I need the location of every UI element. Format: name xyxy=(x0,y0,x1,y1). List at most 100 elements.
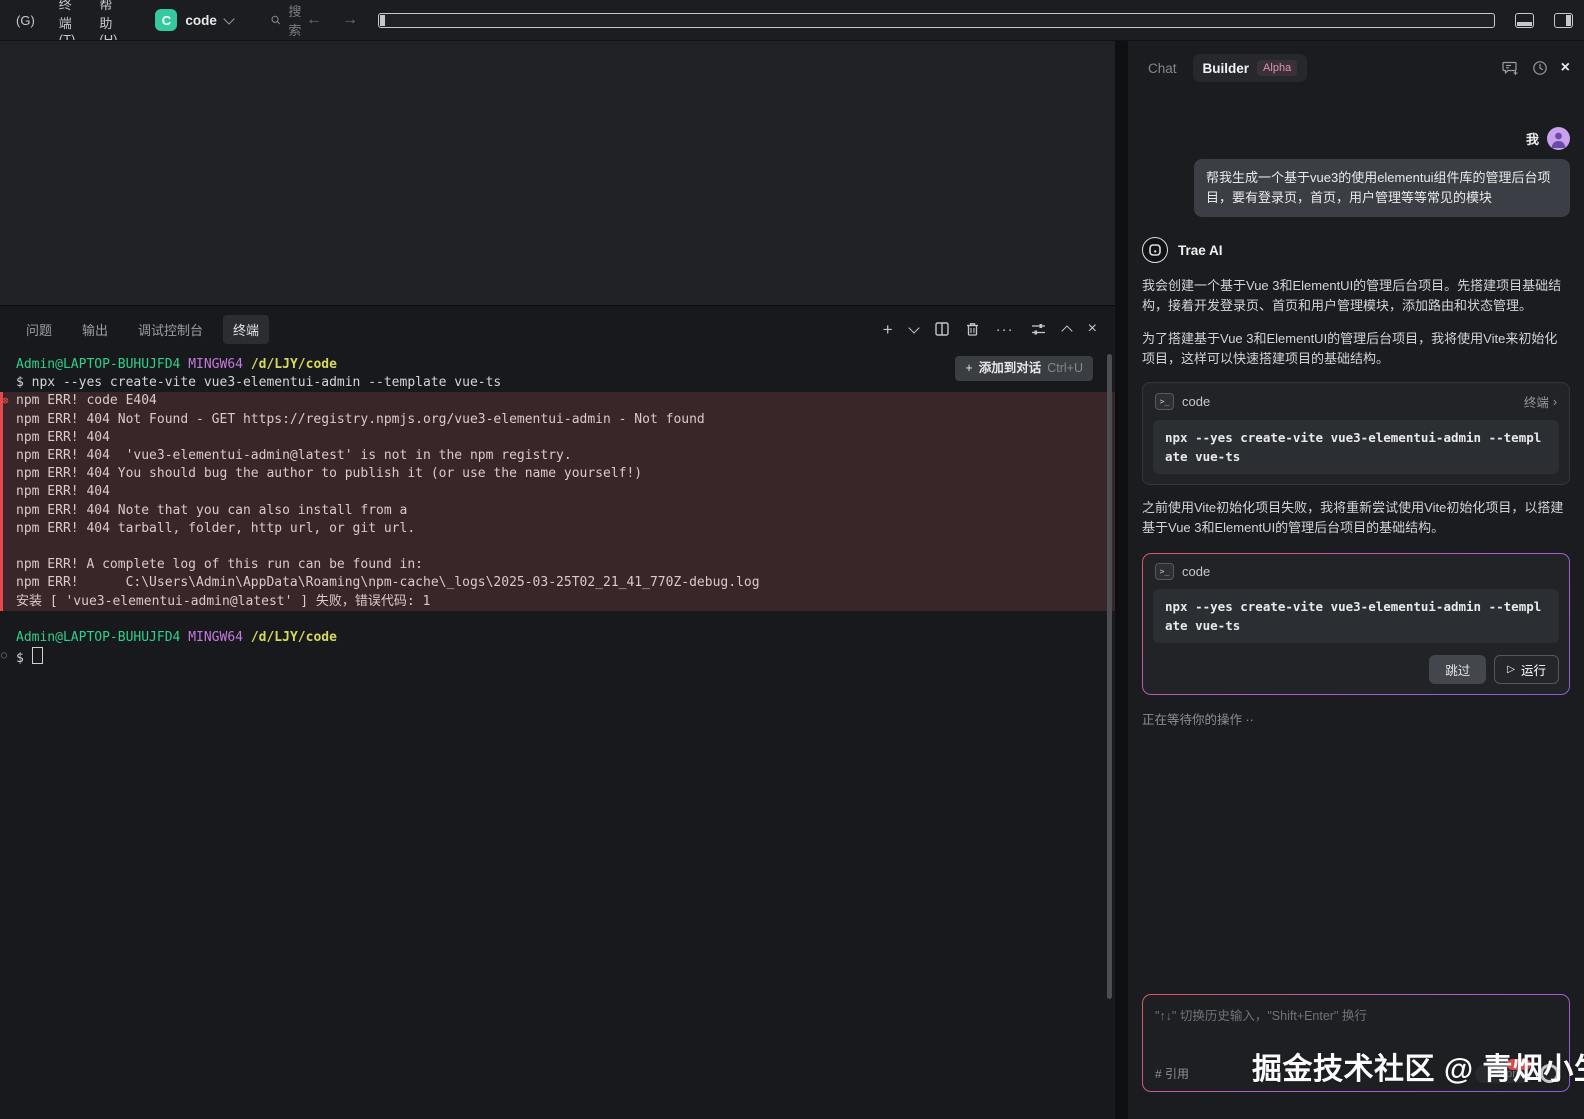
title-bar: (G) 终端(T) 帮助(H) C code 搜索 ← → xyxy=(0,0,1584,41)
terminal-icon: >_ xyxy=(1155,563,1174,580)
error-gutter-icon: ⊗ xyxy=(2,392,9,410)
run-button[interactable]: ▷ 运行 xyxy=(1494,655,1559,684)
new-chat-icon[interactable] xyxy=(1502,60,1519,76)
new-terminal-icon[interactable]: + xyxy=(883,321,893,338)
ai-header: Trae AI xyxy=(1142,237,1570,263)
user-avatar xyxy=(1547,127,1570,150)
terminal-view[interactable]: Admin@LAPTOP-BUHUJFD4 MINGW64 /d/LJY/cod… xyxy=(0,352,1115,1119)
history-icon[interactable] xyxy=(1532,60,1548,76)
terminal-settings-icon[interactable] xyxy=(1031,323,1046,336)
code-card-label: code xyxy=(1182,394,1210,409)
tab-debug-console[interactable]: 调试控制台 xyxy=(128,315,213,344)
kill-terminal-icon[interactable] xyxy=(966,322,979,336)
user-label: 我 xyxy=(1526,129,1539,148)
chevron-right-icon: › xyxy=(1553,395,1557,409)
toggle-right-panel-icon[interactable] xyxy=(1554,13,1573,28)
close-panel-icon[interactable]: × xyxy=(1088,321,1097,337)
workbench: 问题 输出 调试控制台 终端 + xyxy=(0,41,1584,1119)
ai-chat-panel: Chat Builder Alpha xyxy=(1128,41,1584,1119)
toggle-bottom-panel-icon[interactable] xyxy=(1515,13,1534,28)
project-icon: C xyxy=(155,9,177,31)
close-chat-panel-icon[interactable]: × xyxy=(1561,59,1570,77)
menu-item-g[interactable]: (G) xyxy=(4,13,47,28)
split-terminal-icon[interactable] xyxy=(935,322,949,336)
add-to-chat-shortcut: Ctrl+U xyxy=(1047,359,1083,377)
nav-forward-icon[interactable]: → xyxy=(342,11,358,29)
project-name: code xyxy=(185,13,217,28)
add-to-chat-button[interactable]: + 添加到对话 Ctrl+U xyxy=(955,356,1093,381)
open-terminal-link[interactable]: 终端 › xyxy=(1524,392,1557,411)
panel-tabs: 问题 输出 调试控制台 终端 xyxy=(16,315,269,344)
tab-problems[interactable]: 问题 xyxy=(16,315,62,344)
search-box[interactable]: 搜索 xyxy=(271,1,306,39)
search-icon xyxy=(271,13,280,27)
skip-button[interactable]: 跳过 xyxy=(1429,655,1486,684)
terminal-scrollbar[interactable] xyxy=(1107,354,1112,999)
add-to-chat-label: 添加到对话 xyxy=(979,359,1042,377)
play-icon: ▷ xyxy=(1507,664,1515,675)
app-window: (G) 终端(T) 帮助(H) C code 搜索 ← → xyxy=(0,0,1584,1119)
project-switcher[interactable]: C code xyxy=(149,9,239,31)
empty-editor-area xyxy=(0,41,1115,305)
code-card-label: code xyxy=(1182,564,1210,579)
code-snippet[interactable]: npx --yes create-vite vue3-elementui-adm… xyxy=(1153,589,1559,643)
tab-chat[interactable]: Chat xyxy=(1148,61,1177,76)
chat-input-border: "↑↓" 切换历史输入，"Shift+Enter" 换行 # 引用 1.5-pr… xyxy=(1142,994,1570,1092)
toggle-left-panel-icon[interactable] xyxy=(378,13,1495,28)
terminal-line: npm ERR! 404 You should bug the author t… xyxy=(16,465,1099,483)
terminal-line: npm ERR! 404 Not Found - GET https://reg… xyxy=(16,411,1099,429)
editor-group: 问题 输出 调试控制台 终端 + xyxy=(0,41,1115,1119)
send-button[interactable] xyxy=(1540,1064,1559,1083)
reference-button[interactable]: # 引用 xyxy=(1155,1065,1189,1082)
search-placeholder: 搜索 xyxy=(288,1,306,39)
terminal-cursor xyxy=(32,647,43,664)
terminal-profile-dropdown-icon[interactable] xyxy=(908,322,919,333)
nav-back-icon[interactable]: ← xyxy=(306,11,322,29)
chat-panel-header: Chat Builder Alpha xyxy=(1128,41,1584,89)
terminal-line: ⊗npm ERR! code E404 xyxy=(16,392,1099,410)
tab-output[interactable]: 输出 xyxy=(72,315,118,344)
chat-input-placeholder: "↑↓" 切换历史输入，"Shift+Enter" 换行 xyxy=(1155,1005,1557,1024)
tab-terminal[interactable]: 终端 xyxy=(223,315,269,344)
bottom-panel: 问题 输出 调试控制台 终端 + xyxy=(0,305,1115,1119)
terminal-line: npm ERR! 404 xyxy=(16,429,1099,447)
code-card-pending: >_ code npx --yes create-vite vue3-eleme… xyxy=(1143,554,1569,694)
terminal-line: npm ERR! C:\Users\Admin\AppData\Roaming\… xyxy=(16,574,1099,592)
terminal-line: Admin@LAPTOP-BUHUJFD4 MINGW64 /d/LJY/cod… xyxy=(16,356,1099,374)
terminal-line: $ npx --yes create-vite vue3-elementui-a… xyxy=(16,374,1099,392)
terminal-line: npm ERR! 404 tarball, folder, http url, … xyxy=(16,520,1099,538)
tab-builder[interactable]: Builder Alpha xyxy=(1193,54,1308,82)
terminal-line xyxy=(16,538,1099,556)
maximize-panel-icon[interactable] xyxy=(1061,325,1072,336)
code-snippet[interactable]: npx --yes create-vite vue3-elementui-adm… xyxy=(1153,420,1559,474)
person-icon xyxy=(1547,127,1570,150)
terminal-line: 安装 [ 'vue3-elementui-admin@latest' ] 失败，… xyxy=(16,593,1099,611)
user-header: 我 xyxy=(1142,127,1570,150)
code-card-executed: >_ code 终端 › npx --yes create-vite vue3-… xyxy=(1142,382,1570,485)
chat-input[interactable]: "↑↓" 切换历史输入，"Shift+Enter" 换行 # 引用 1.5-pr… xyxy=(1143,995,1569,1091)
terminal-line xyxy=(16,611,1099,629)
menu-item-help[interactable]: 帮助(H) xyxy=(87,0,129,41)
terminal-icon: >_ xyxy=(1155,393,1174,410)
panel-resize-sash[interactable] xyxy=(1115,41,1128,1119)
more-actions-icon[interactable]: ··· xyxy=(996,322,1014,337)
command-gutter-icon: ○ xyxy=(1,647,7,665)
ai-paragraph: 之前使用Vite初始化项目失败，我将重新尝试使用Vite初始化项目，以搭建基于V… xyxy=(1142,498,1570,538)
menu-item-terminal[interactable]: 终端(T) xyxy=(47,0,88,41)
ai-name: Trae AI xyxy=(1178,243,1223,258)
terminal-line: ○$ xyxy=(16,647,1099,668)
chevron-down-icon xyxy=(223,13,234,24)
tab-builder-label: Builder xyxy=(1203,61,1250,76)
new-badge xyxy=(1507,1059,1531,1070)
terminal-line: npm ERR! 404 xyxy=(16,483,1099,501)
trae-ai-icon xyxy=(1142,237,1168,263)
panel-actions: + ··· xyxy=(883,321,1097,338)
ai-paragraph: 为了搭建基于Vue 3和ElementUI的管理后台项目，我将使用Vite来初始… xyxy=(1142,329,1570,369)
run-button-label: 运行 xyxy=(1521,660,1546,679)
terminal-line: Admin@LAPTOP-BUHUJFD4 MINGW64 /d/LJY/cod… xyxy=(16,629,1099,647)
alpha-badge: Alpha xyxy=(1257,60,1297,76)
waiting-status: 正在等待你的操作 ·· xyxy=(1142,709,1570,728)
code-card-pending-border: >_ code npx --yes create-vite vue3-eleme… xyxy=(1142,553,1570,695)
terminal-error-block: ⊗npm ERR! code E404npm ERR! 404 Not Foun… xyxy=(0,392,1115,610)
plus-icon: + xyxy=(965,359,972,377)
